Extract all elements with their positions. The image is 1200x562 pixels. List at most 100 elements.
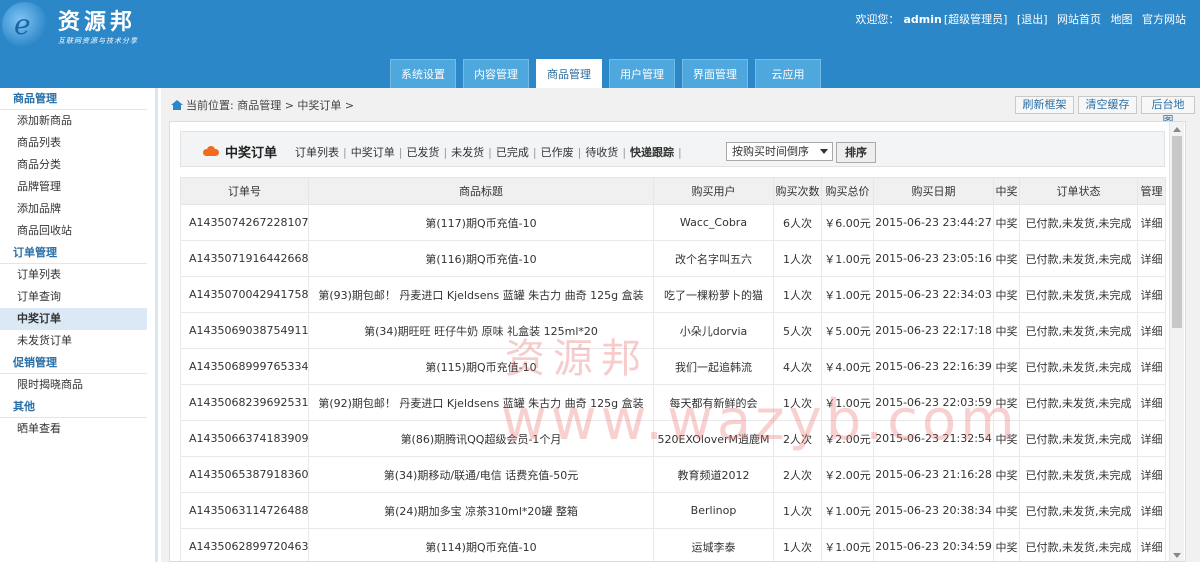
scroll-down-icon[interactable] [1173, 553, 1181, 558]
table-row: A14350700429417585 第(93)期包邮！ 丹麦进口 Kjeldse… [180, 276, 1166, 313]
sidebar-group-promotions: 促销管理 [0, 352, 147, 374]
cell-purchase-date: 2015-06-23 23:05:16 [873, 240, 994, 277]
logout-link[interactable]: [退出] [1017, 13, 1048, 26]
cell-detail-link[interactable]: 详细 [1137, 528, 1166, 561]
sidebar-item-add-product[interactable]: 添加新商品 [0, 110, 147, 132]
cell-detail-link[interactable]: 详细 [1137, 456, 1166, 493]
filter-link-completed[interactable]: 已完成 [496, 146, 529, 159]
cell-total-price: ￥5.00元 [821, 312, 874, 349]
sidebar-item-winning-orders[interactable]: 中奖订单 [0, 308, 147, 330]
cell-product-title: 第(92)期包邮！ 丹麦进口 Kjeldsens 蓝罐 朱古力 曲奇 125g … [308, 384, 654, 421]
cell-purchase-count: 1人次 [773, 528, 822, 561]
sort-select[interactable]: 按购买时间倒序 [726, 142, 833, 161]
cell-total-price: ￥1.00元 [821, 240, 874, 277]
sidebar-item-unshipped-orders[interactable]: 未发货订单 [0, 330, 147, 352]
cell-buyer: 我们一起追韩流 [653, 348, 774, 385]
home-icon [171, 100, 183, 110]
col-order-status: 订单状态 [1019, 177, 1138, 205]
cell-order-status: 已付款,未发货,未完成 [1019, 348, 1138, 385]
cell-product-title: 第(114)期Q币充值-10 [308, 528, 654, 561]
table-header-row: 订单号 商品标题 购买用户 购买次数 购买总价 购买日期 中奖 订单状态 管理 [180, 177, 1166, 205]
sidebar-item-recycle-bin[interactable]: 商品回收站 [0, 220, 147, 242]
cell-product-title: 第(24)期加多宝 凉茶310ml*20罐 整箱 [308, 492, 654, 529]
tab-cloud-apps[interactable]: 云应用 [755, 59, 821, 88]
filter-links: 订单列表 | 中奖订单 | 已发货 | 未发货 | 已完成 | 已作废 | 待收货 | 快递跟踪 | [295, 146, 682, 159]
cell-total-price: ￥6.00元 [821, 204, 874, 241]
cell-detail-link[interactable]: 详细 [1137, 492, 1166, 529]
scroll-thumb[interactable] [1172, 136, 1182, 328]
cell-buyer: Wacc_Cobra [653, 204, 774, 241]
cell-order-status: 已付款,未发货,未完成 [1019, 276, 1138, 313]
cell-order-no: A14350663741839093 [180, 420, 309, 457]
official-site-link[interactable]: 官方网站 [1142, 13, 1186, 26]
cell-purchase-date: 2015-06-23 23:44:27 [873, 204, 994, 241]
backend-map-button[interactable]: 后台地图 [1141, 96, 1195, 127]
cell-detail-link[interactable]: 详细 [1137, 276, 1166, 313]
cell-order-no: A14350631147264884 [180, 492, 309, 529]
cell-order-no: A14350682396925314 [180, 384, 309, 421]
sidebar-item-product-list[interactable]: 商品列表 [0, 132, 147, 154]
cell-order-no: A14350690387549118 [180, 312, 309, 349]
cell-detail-link[interactable]: 详细 [1137, 204, 1166, 241]
tab-interface-management[interactable]: 界面管理 [682, 59, 748, 88]
filter-link-unshipped[interactable]: 未发货 [451, 146, 484, 159]
table-row: A14350653879183609 第(34)期移动/联通/电信 话费充值-50… [180, 456, 1166, 493]
welcome-text: 欢迎您： [855, 13, 900, 26]
cell-order-no: A14350719164426684 [180, 240, 309, 277]
sidebar-item-order-query[interactable]: 订单查询 [0, 286, 147, 308]
sidebar-item-product-categories[interactable]: 商品分类 [0, 154, 147, 176]
cell-buyer: 每天都有新鲜的会 [653, 384, 774, 421]
table-row: A14350742672281070 第(117)期Q币充值-10 Wacc_Cob… [180, 204, 1166, 241]
table-row: A14350628997204635 第(114)期Q币充值-10 运城李泰 1人次 ￥… [180, 528, 1166, 561]
cell-purchase-date: 2015-06-23 21:16:28 [873, 456, 994, 493]
cell-won: 中奖 [993, 276, 1020, 313]
filter-link-tracking[interactable]: 快递跟踪 [630, 146, 674, 159]
cell-order-no: A14350742672281070 [180, 204, 309, 241]
filter-link-voided[interactable]: 已作废 [541, 146, 574, 159]
cell-total-price: ￥2.00元 [821, 456, 874, 493]
cell-buyer: 改个名字叫五六 [653, 240, 774, 277]
cell-detail-link[interactable]: 详细 [1137, 240, 1166, 277]
filter-link-awaiting-receipt[interactable]: 待收货 [585, 146, 618, 159]
tab-product-management[interactable]: 商品管理 [536, 59, 602, 88]
table-row: A14350631147264884 第(24)期加多宝 凉茶310ml*20罐 … [180, 492, 1166, 529]
map-link[interactable]: 地图 [1111, 13, 1133, 26]
cell-won: 中奖 [993, 492, 1020, 529]
logo[interactable]: e 资源邦 互联网资源与技术分享 [0, 0, 170, 60]
cell-detail-link[interactable]: 详细 [1137, 312, 1166, 349]
cell-product-title: 第(34)期移动/联通/电信 话费充值-50元 [308, 456, 654, 493]
filter-link-winning[interactable]: 中奖订单 [351, 146, 395, 159]
tab-user-management[interactable]: 用户管理 [609, 59, 675, 88]
table-row: A14350663741839093 第(86)期腾讯QQ超级会员-1个月 520E… [180, 420, 1166, 457]
cell-order-status: 已付款,未发货,未完成 [1019, 240, 1138, 277]
filter-title: 中奖订单 [225, 146, 278, 161]
sort-button[interactable]: 排序 [836, 142, 876, 163]
tab-system-settings[interactable]: 系统设置 [390, 59, 456, 88]
sidebar-item-add-brand[interactable]: 添加品牌 [0, 198, 147, 220]
tab-content-management[interactable]: 内容管理 [463, 59, 529, 88]
sidebar-item-show-orders[interactable]: 晒单查看 [0, 418, 147, 440]
cell-order-status: 已付款,未发货,未完成 [1019, 420, 1138, 457]
sidebar-group-orders: 订单管理 [0, 242, 147, 264]
cell-detail-link[interactable]: 详细 [1137, 420, 1166, 457]
cell-detail-link[interactable]: 详细 [1137, 384, 1166, 421]
sidebar-item-brand-management[interactable]: 品牌管理 [0, 176, 147, 198]
vertical-scrollbar[interactable] [1169, 122, 1184, 561]
cell-purchase-count: 2人次 [773, 420, 822, 457]
cell-total-price: ￥1.00元 [821, 276, 874, 313]
clear-cache-button[interactable]: 清空缓存 [1078, 96, 1137, 114]
cell-detail-link[interactable]: 详细 [1137, 348, 1166, 385]
scroll-up-icon[interactable] [1173, 127, 1181, 132]
sidebar-item-flash-reveal[interactable]: 限时揭晓商品 [0, 374, 147, 396]
site-home-link[interactable]: 网站首页 [1057, 13, 1101, 26]
cell-order-status: 已付款,未发货,未完成 [1019, 492, 1138, 529]
cell-purchase-count: 1人次 [773, 276, 822, 313]
breadcrumb: 当前位置: 商品管理 > 中奖订单 > [171, 97, 354, 113]
refresh-frame-button[interactable]: 刷新框架 [1015, 96, 1074, 114]
col-won: 中奖 [993, 177, 1020, 205]
filter-link-shipped[interactable]: 已发货 [406, 146, 439, 159]
orders-table: 订单号 商品标题 购买用户 购买次数 购买总价 购买日期 中奖 订单状态 管理 … [180, 177, 1166, 561]
filter-link-order-list[interactable]: 订单列表 [295, 146, 339, 159]
sidebar-item-order-list[interactable]: 订单列表 [0, 264, 147, 286]
cell-purchase-count: 1人次 [773, 240, 822, 277]
